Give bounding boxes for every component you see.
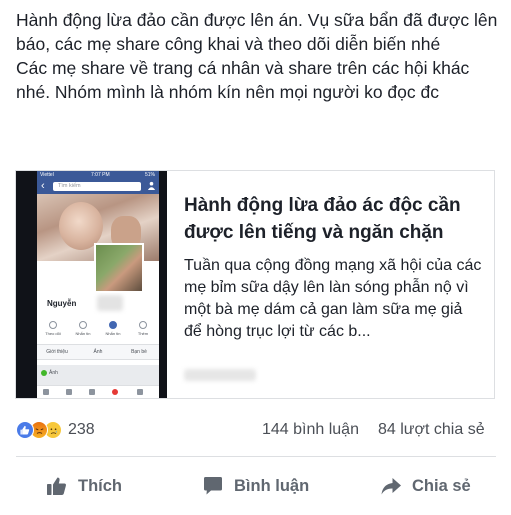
more-action: Thêm: [131, 321, 155, 336]
profile-name: Nguyễn: [47, 299, 77, 308]
message-label: Nhắn tin: [75, 331, 91, 336]
globe-icon: [89, 389, 95, 395]
friends-icon: [147, 181, 156, 190]
status-time: 7:07 PM: [91, 172, 110, 178]
message-action-2: Nhắn tin: [101, 321, 125, 336]
like-button[interactable]: Thích: [46, 470, 122, 502]
photo-shortcut: Ảnh: [41, 369, 101, 377]
like-icon[interactable]: [16, 421, 34, 439]
status-battery: 51%: [144, 172, 155, 178]
post-message: Hành động lừa đảo cần được lên án. Vụ sữ…: [16, 8, 502, 104]
link-preview-card[interactable]: Viettel 7:07 PM 51% ‹ Tìm kiếm Nguyễn Th…: [15, 170, 495, 399]
link-domain-blurred: [184, 369, 256, 381]
friends-nav-icon: [66, 389, 72, 395]
post-paragraph-1: Hành động lừa đảo cần được lên án. Vụ sữ…: [16, 10, 498, 54]
blurred-name: [97, 295, 123, 311]
menu-icon: [137, 389, 143, 395]
link-title[interactable]: Hành động lừa đảo ác độc cần được lên ti…: [184, 192, 484, 246]
photo-label: Ảnh: [49, 370, 58, 376]
profile-composer: Ảnh: [37, 365, 159, 398]
profile-picture: [94, 243, 144, 293]
status-carrier: Viettel: [40, 172, 54, 178]
reaction-count[interactable]: 238: [68, 420, 95, 440]
share-button[interactable]: Chia sẻ: [380, 470, 471, 502]
divider: [16, 456, 496, 457]
share-arrow-icon: [381, 478, 401, 495]
profile-tabs: Giới thiệu Ảnh Bạn bè: [37, 344, 159, 360]
message-action: Nhắn tin: [71, 321, 95, 336]
follow-label: Theo dõi: [45, 331, 61, 336]
link-thumbnail: Viettel 7:07 PM 51% ‹ Tìm kiếm Nguyễn Th…: [16, 171, 167, 398]
more-label: Thêm: [137, 331, 149, 336]
bottom-nav: [37, 385, 159, 398]
link-description: Tuần qua cộng đồng mạng xã hội của các m…: [184, 257, 482, 340]
share-label: Chia sẻ: [412, 476, 471, 495]
like-label: Thích: [78, 476, 122, 495]
tab-about: Giới thiệu: [46, 349, 68, 355]
message-label-2: Nhắn tin: [105, 331, 121, 336]
comments-count[interactable]: 144 bình luận: [262, 420, 359, 440]
post-paragraph-2: Các mẹ share về trang cá nhân và share t…: [16, 58, 470, 102]
shares-count[interactable]: 84 lượt chia sẻ: [378, 420, 485, 440]
notification-icon: [112, 389, 118, 395]
tab-friends: Bạn bè: [131, 349, 147, 355]
post-actions: Thích Bình luận Chia sẻ: [16, 470, 496, 502]
tab-photos: Ảnh: [93, 349, 103, 355]
home-icon: [43, 389, 49, 395]
comment-label: Bình luận: [234, 476, 310, 495]
thumbs-up-icon: [47, 477, 66, 495]
follow-action: Theo dõi: [41, 321, 65, 336]
chevron-left-icon: ‹: [41, 180, 45, 192]
phone-status-bar: Viettel 7:07 PM 51%: [37, 171, 159, 179]
profile-actions: Theo dõi Nhắn tin Nhắn tin Thêm: [37, 321, 159, 343]
reactions-summary: 238 144 bình luận 84 lượt chia sẻ: [16, 418, 496, 442]
comment-button[interactable]: Bình luận: [202, 470, 309, 502]
facebook-mobile-header: ‹ Tìm kiếm: [37, 179, 159, 194]
photo-icon: [41, 369, 47, 376]
search-box: Tìm kiếm: [53, 182, 141, 191]
comment-icon: [204, 477, 222, 495]
